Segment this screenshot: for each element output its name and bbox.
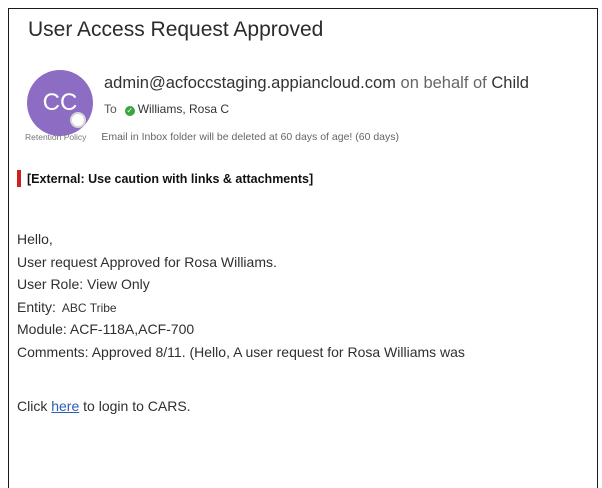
warning-bar-icon — [17, 170, 21, 187]
approval-line: User request Approved for Rosa Williams. — [17, 253, 277, 270]
on-behalf-label: on behalf of — [400, 74, 487, 92]
click-prefix: Click — [17, 398, 48, 414]
email-subject: User Access Request Approved — [28, 18, 324, 41]
presence-status-icon — [70, 112, 86, 128]
available-check-icon: ✓ — [124, 106, 135, 116]
login-link[interactable]: here — [51, 398, 79, 414]
external-warning-text: [External: Use caution with links & atta… — [27, 172, 314, 186]
sender-line: admin@acfoccstaging.appiancloud.com on b… — [104, 74, 529, 93]
email-body: Hello, User request Approved for Rosa Wi… — [17, 228, 465, 363]
sender-address[interactable]: admin@acfoccstaging.appiancloud.com — [104, 74, 396, 92]
retention-policy-text: Email in Inbox folder will be deleted at… — [101, 131, 400, 143]
user-role-line: User Role: View Only — [17, 276, 150, 292]
on-behalf-name[interactable]: Child — [491, 74, 529, 92]
avatar-initials: CC — [42, 89, 78, 116]
greeting: Hello, — [17, 231, 53, 247]
module-line: Module: ACF-118A,ACF-700 — [17, 321, 195, 337]
external-warning-banner: [External: Use caution with links & atta… — [17, 170, 313, 187]
entity-label: Entity: — [17, 298, 56, 315]
login-line: Click here to login to CARS. — [17, 398, 191, 414]
to-label: To — [104, 102, 117, 116]
retention-policy-notice: Retention Policy Email in Inbox folder w… — [25, 131, 399, 143]
comments-line: Comments: Approved 8/11. (Hello, A user … — [17, 343, 465, 360]
click-suffix: to login to CARS. — [83, 398, 191, 414]
entity-value: ABC Tribe — [61, 300, 117, 315]
recipient-name[interactable]: Williams, Rosa C — [138, 102, 229, 116]
entity-line: Entity: ABC Tribe — [17, 296, 465, 319]
recipient-line: To ✓ Williams, Rosa C — [104, 102, 229, 116]
retention-policy-label: Retention Policy — [25, 132, 87, 142]
